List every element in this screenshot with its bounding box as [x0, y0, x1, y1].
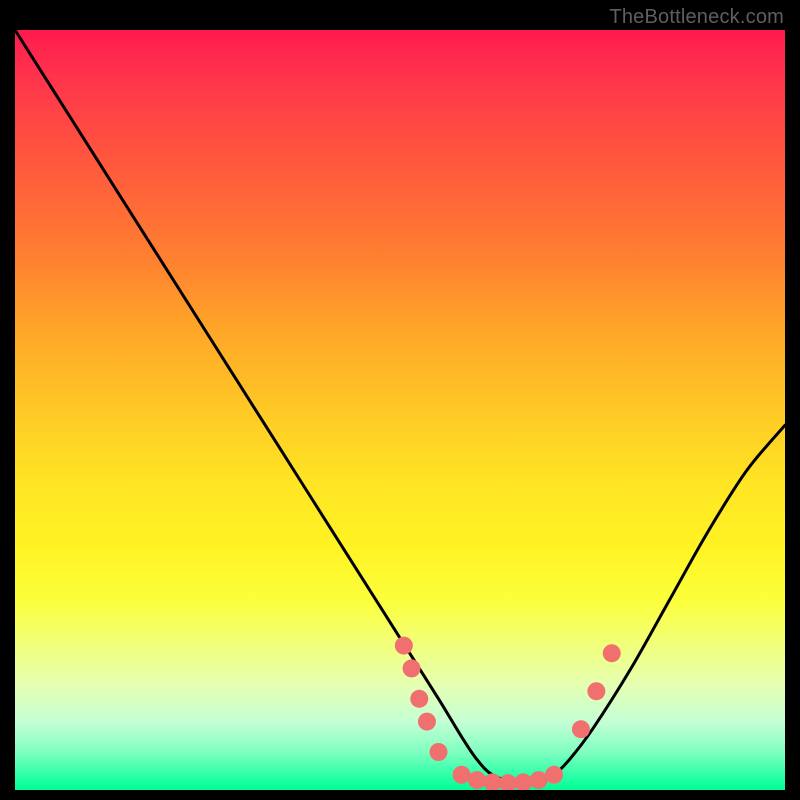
curve-marker	[410, 690, 428, 708]
curve-marker	[395, 637, 413, 655]
curve-marker	[430, 743, 448, 761]
curve-marker	[572, 720, 590, 738]
curve-marker	[530, 771, 548, 789]
curve-marker	[587, 682, 605, 700]
curve-marker	[403, 659, 421, 677]
curve-marker	[483, 773, 501, 790]
chart-container: TheBottleneck.com	[0, 0, 800, 800]
bottleneck-curve	[15, 30, 785, 783]
watermark-text: TheBottleneck.com	[609, 6, 784, 29]
curve-marker	[468, 771, 486, 789]
curve-marker	[499, 774, 517, 790]
curve-markers	[395, 637, 621, 790]
curve-marker	[603, 644, 621, 662]
curve-marker	[545, 766, 563, 784]
chart-svg	[15, 30, 785, 790]
curve-marker	[418, 713, 436, 731]
plot-area	[15, 30, 785, 790]
curve-marker	[514, 773, 532, 790]
curve-marker	[453, 766, 471, 784]
